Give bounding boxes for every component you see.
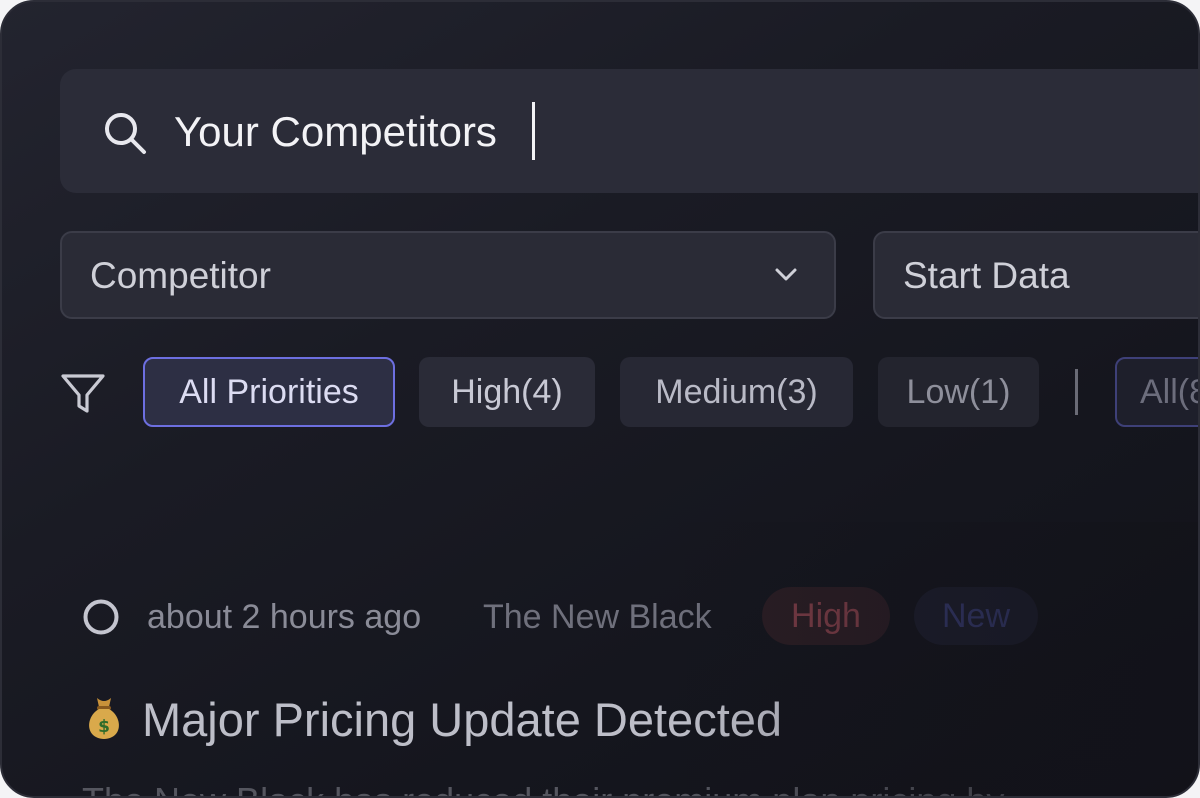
filter-divider xyxy=(1075,369,1078,415)
money-bag-icon: $ xyxy=(89,698,119,739)
competitor-select-label: Competitor xyxy=(90,255,271,296)
competitor-select[interactable]: Competitor xyxy=(60,231,836,319)
status-all-button[interactable]: All(8 xyxy=(1115,357,1198,427)
chevron-down-icon xyxy=(775,268,797,281)
fade-overlay xyxy=(2,522,1198,796)
alert-description: The New Black has reduced their premium … xyxy=(82,778,1004,796)
status-badge: New xyxy=(914,587,1038,645)
alert-timestamp: about 2 hours ago xyxy=(147,598,422,636)
search-icon xyxy=(105,113,146,154)
filter-icon xyxy=(61,374,105,413)
priority-high-button[interactable]: High(4) xyxy=(419,357,595,427)
start-date-select[interactable]: Start Data xyxy=(873,231,1198,319)
alert-company: The New Black xyxy=(483,598,712,636)
priority-badge: High xyxy=(762,587,890,645)
search-input[interactable]: Your Competitors xyxy=(174,104,497,160)
svg-text:$: $ xyxy=(98,717,110,737)
app-window: Your Competitors Competitor Start Data A… xyxy=(0,0,1200,798)
priority-all-button[interactable]: All Priorities xyxy=(143,357,395,427)
start-date-select-label: Start Data xyxy=(903,255,1070,296)
priority-medium-button[interactable]: Medium(3) xyxy=(620,357,853,427)
text-cursor xyxy=(532,102,535,160)
unread-status-icon[interactable] xyxy=(82,598,120,636)
priority-low-button[interactable]: Low(1) xyxy=(878,357,1039,427)
alert-title[interactable]: Major Pricing Update Detected xyxy=(142,690,782,750)
